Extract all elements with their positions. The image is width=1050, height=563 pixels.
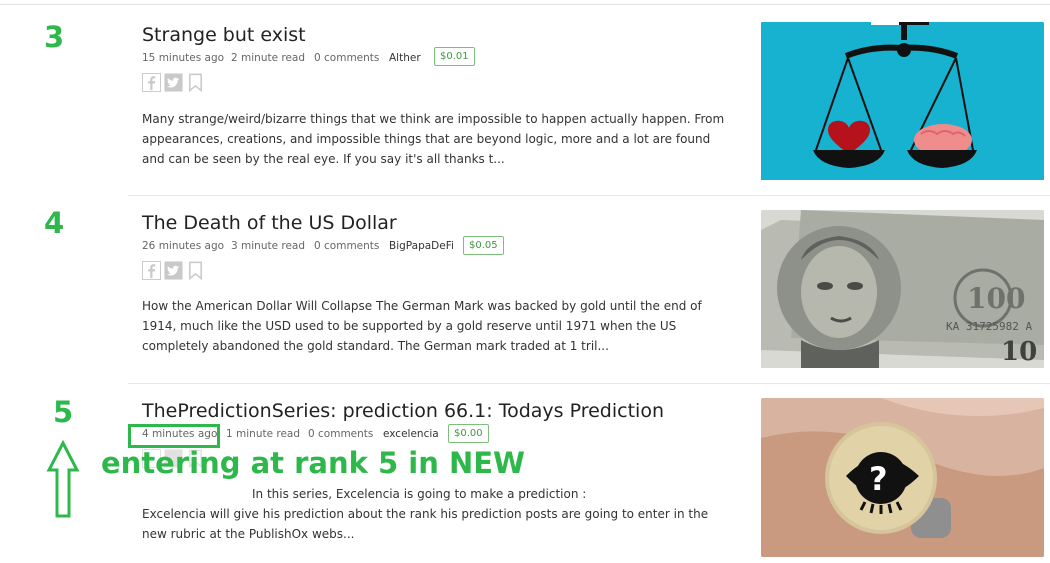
share-bar	[142, 73, 205, 92]
tip-badge[interactable]: $0.00	[448, 424, 489, 443]
facebook-icon[interactable]	[142, 261, 161, 280]
read-time: 3 minute read	[231, 240, 306, 252]
up-arrow-icon	[46, 440, 80, 518]
post-time: 15 minutes ago	[142, 52, 225, 64]
annotation-text: entering at rank 5 in NEW	[101, 446, 526, 480]
post-title[interactable]: ThePredictionSeries: prediction 66.1: To…	[142, 400, 664, 422]
author-link[interactable]: Alther	[389, 52, 421, 64]
post-title[interactable]: Strange but exist	[142, 24, 306, 46]
post-excerpt-line: In this series, Excelencia is going to m…	[252, 487, 587, 501]
post-divider	[128, 195, 1050, 196]
svg-text:?: ?	[869, 460, 888, 498]
svg-text:100: 100	[967, 282, 1025, 315]
author-link[interactable]: BigPapaDeFi	[389, 240, 454, 252]
twitter-icon[interactable]	[164, 261, 183, 280]
read-time: 2 minute read	[231, 52, 306, 64]
tip-badge[interactable]: $0.01	[434, 47, 475, 66]
post-thumbnail-coin[interactable]: ?	[761, 398, 1044, 557]
twitter-icon[interactable]	[164, 73, 183, 92]
rank-number: 4	[44, 206, 65, 240]
post-divider	[128, 383, 1050, 384]
svg-text:10: 10	[1001, 337, 1037, 367]
post-thumbnail-dollar[interactable]: 100 KA 31725982 A 10	[761, 210, 1044, 380]
post-excerpt-line: Excelencia will give his prediction abou…	[142, 507, 709, 541]
comments-link[interactable]: 0 comments	[314, 240, 379, 252]
share-bar	[142, 261, 205, 280]
post-excerpt: Many strange/weird/bizarre things that w…	[142, 112, 725, 166]
post-title[interactable]: The Death of the US Dollar	[142, 212, 397, 234]
rank-number: 3	[44, 20, 65, 54]
comments-link[interactable]: 0 comments	[308, 428, 373, 440]
author-link[interactable]: excelencia	[383, 428, 439, 440]
rank-number: 5	[53, 395, 74, 429]
top-divider	[0, 4, 1050, 5]
post-excerpt: In this series, Excelencia is going to m…	[142, 484, 734, 544]
post-thumbnail-scales[interactable]	[761, 22, 1044, 192]
facebook-icon[interactable]	[142, 73, 161, 92]
annotation-highlight-box	[128, 424, 220, 448]
svg-text:KA 31725982 A: KA 31725982 A	[946, 320, 1032, 333]
bookmark-icon[interactable]	[186, 73, 205, 92]
tip-badge[interactable]: $0.05	[463, 236, 504, 255]
read-time: 1 minute read	[226, 428, 301, 440]
bookmark-icon[interactable]	[186, 261, 205, 280]
comments-link[interactable]: 0 comments	[314, 52, 379, 64]
post-time: 26 minutes ago	[142, 240, 225, 252]
post-excerpt: How the American Dollar Will Collapse Th…	[142, 299, 702, 353]
